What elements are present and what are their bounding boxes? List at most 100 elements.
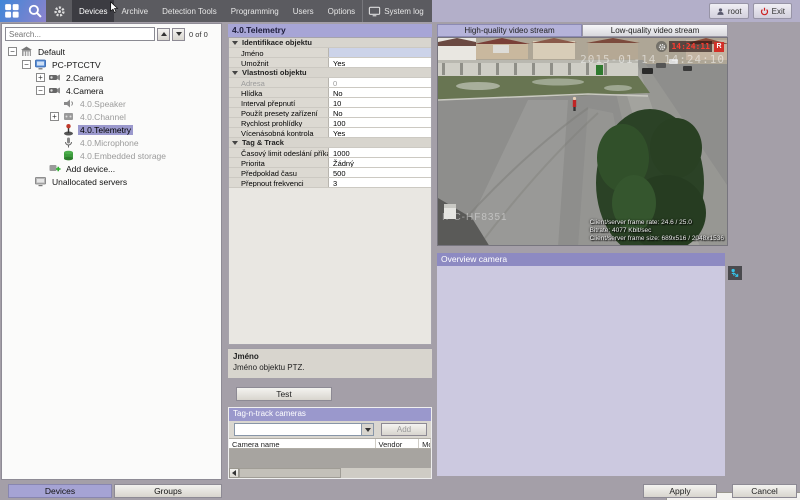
- scroll-left-icon[interactable]: [229, 468, 239, 478]
- property-value[interactable]: No: [329, 108, 431, 117]
- property-row-priorita: PrioritaŽádný: [229, 158, 431, 168]
- property-value[interactable]: 500: [329, 168, 431, 177]
- menu-tab-programming[interactable]: Programming: [224, 0, 286, 22]
- property-value[interactable]: Yes: [329, 58, 431, 67]
- server-icon: [34, 58, 47, 71]
- property-section-identifikace-objektu[interactable]: Identifikace objektu: [229, 38, 431, 48]
- tree-item-add-device[interactable]: Add device...: [2, 162, 221, 175]
- property-row-interval-p-epnut: Interval přepnutí10: [229, 98, 431, 108]
- tree-item-default[interactable]: − Default: [2, 45, 221, 58]
- property-value[interactable]: 3: [329, 178, 431, 187]
- tree-item-4-0-microphone[interactable]: 4.0.Microphone: [2, 136, 221, 149]
- tree-item-label[interactable]: 4.Camera: [64, 86, 105, 96]
- menu-tab-detection-tools[interactable]: Detection Tools: [155, 0, 224, 22]
- property-value[interactable]: 1000: [329, 148, 431, 157]
- menu-tab-options[interactable]: Options: [321, 0, 363, 22]
- menu-tab-users[interactable]: Users: [286, 0, 321, 22]
- camera-select-dropdown[interactable]: [234, 423, 374, 436]
- tree-search-row: 0 of 0: [2, 24, 221, 43]
- add-device-icon: [48, 162, 61, 175]
- cancel-button[interactable]: Cancel: [732, 484, 797, 498]
- property-name: Umožnit: [229, 58, 329, 67]
- tree-item-4-0-speaker[interactable]: 4.0.Speaker: [2, 97, 221, 110]
- tag-n-track-header: Tag-n-track cameras: [229, 408, 431, 421]
- scrollbar-thumb[interactable]: [239, 468, 341, 478]
- property-value[interactable]: Žádný: [329, 158, 431, 167]
- tree-item-label[interactable]: 2.Camera: [64, 73, 105, 83]
- exit-button[interactable]: Exit: [753, 3, 792, 19]
- search-next-button[interactable]: [172, 28, 185, 41]
- system-log-tab[interactable]: System log: [362, 0, 432, 22]
- add-camera-button[interactable]: Add: [381, 423, 427, 436]
- tree-item-pc-ptcctv[interactable]: − PC-PTCCTV: [2, 58, 221, 71]
- property-value[interactable]: No: [329, 88, 431, 97]
- tree-item-label[interactable]: 4.0.Microphone: [78, 138, 141, 148]
- tree-item-2-camera[interactable]: +2.Camera: [2, 71, 221, 84]
- property-row-rychlost-prohl-dky: Rychlost prohlídky100: [229, 118, 431, 128]
- test-button[interactable]: Test: [236, 387, 332, 401]
- tree-item-label[interactable]: PC-PTCCTV: [50, 60, 103, 70]
- tab-high-quality-stream[interactable]: High-quality video stream: [437, 24, 582, 37]
- tree-item-label[interactable]: 4.0.Embedded storage: [78, 151, 168, 161]
- tree-item-label[interactable]: Unallocated servers: [50, 177, 129, 187]
- tree-item-label[interactable]: 4.0.Channel: [78, 112, 128, 122]
- camera-table-body: [229, 449, 431, 468]
- tree-item-4-0-embedded-storage[interactable]: 4.0.Embedded storage: [2, 149, 221, 162]
- ptz-tracking-icon[interactable]: [728, 266, 742, 280]
- device-tree-panel: 0 of 0 −Default−PC-PTCCTV+2.Camera−4.Cam…: [1, 23, 222, 480]
- search-input[interactable]: [5, 27, 155, 41]
- section-label: Tag & Track: [242, 138, 284, 147]
- search-icon[interactable]: [27, 3, 43, 19]
- tree-item-label[interactable]: Add device...: [64, 164, 117, 174]
- property-section-tag-track[interactable]: Tag & Track: [229, 138, 431, 148]
- channel-icon: [62, 110, 75, 123]
- column-camera-name[interactable]: Camera name: [229, 439, 376, 448]
- tab-low-quality-stream[interactable]: Low-quality video stream: [582, 24, 728, 37]
- property-value[interactable]: 10: [329, 98, 431, 107]
- menu-tab-devices[interactable]: Devices: [72, 0, 114, 22]
- burned-in-timestamp: 2015-01-14 14:24:10: [580, 53, 725, 66]
- property-row-jm-no: Jméno: [229, 48, 431, 58]
- property-description-text: Jméno objektu PTZ.: [233, 363, 305, 372]
- camera-model-watermark: IPC-HF8351: [442, 212, 508, 223]
- horizontal-scrollbar[interactable]: [229, 468, 431, 478]
- tree-item-4-0-telemetry[interactable]: 4.0.Telemetry: [2, 123, 221, 136]
- section-label: Identifikace objektu: [242, 38, 312, 47]
- tree-item-label[interactable]: 4.0.Telemetry: [78, 125, 133, 135]
- footer-tab-groups[interactable]: Groups: [114, 484, 222, 498]
- servers-icon: [34, 175, 47, 188]
- osd-settings-gear-icon[interactable]: [656, 41, 667, 52]
- root-user-button[interactable]: root: [709, 3, 749, 19]
- tree-item-label[interactable]: Default: [36, 47, 67, 57]
- collapse-icon[interactable]: −: [36, 86, 45, 95]
- tree-item-unallocated-servers[interactable]: Unallocated servers: [2, 175, 221, 188]
- dropdown-arrow-icon[interactable]: [361, 424, 373, 435]
- property-value[interactable]: [329, 48, 431, 57]
- search-prev-button[interactable]: [157, 28, 170, 41]
- property-value[interactable]: 100: [329, 118, 431, 127]
- expand-icon[interactable]: +: [50, 112, 59, 121]
- stream-stats-overlay: Client/server frame rate: 24.6 / 25.0Bit…: [590, 219, 724, 243]
- settings-gear-icon[interactable]: [46, 0, 72, 22]
- chevron-down-icon: [232, 71, 238, 75]
- property-section-vlastnosti-objektu[interactable]: Vlastnosti objektu: [229, 68, 431, 78]
- apply-button[interactable]: Apply: [643, 484, 717, 498]
- system-log-label: System log: [384, 7, 424, 16]
- menu-tab-archive[interactable]: Archive: [114, 0, 155, 22]
- collapse-icon[interactable]: −: [22, 60, 31, 69]
- property-row-pou-t-presety-za-zen: Použít presety zařízeníNo: [229, 108, 431, 118]
- column-vendor[interactable]: Vendor: [376, 439, 420, 448]
- property-value[interactable]: Yes: [329, 128, 431, 137]
- property-name: Vícenásobná kontrola: [229, 128, 329, 137]
- collapse-icon[interactable]: −: [8, 47, 17, 56]
- tree-item-4-0-channel[interactable]: +4.0.Channel: [2, 110, 221, 123]
- layouts-grid-icon[interactable]: [4, 3, 20, 19]
- column-model[interactable]: Mo: [419, 439, 431, 448]
- property-name: Použít presety zařízení: [229, 108, 329, 117]
- property-value[interactable]: 0: [329, 78, 431, 87]
- video-stream-view[interactable]: 14:24:11 R 2015-01-14 14:24:10 IPC-HF835…: [437, 37, 728, 246]
- tree-item-4-camera[interactable]: − 4.Camera: [2, 84, 221, 97]
- expand-icon[interactable]: +: [36, 73, 45, 82]
- tree-item-label[interactable]: 4.0.Speaker: [78, 99, 128, 109]
- footer-tab-devices[interactable]: Devices: [8, 484, 112, 498]
